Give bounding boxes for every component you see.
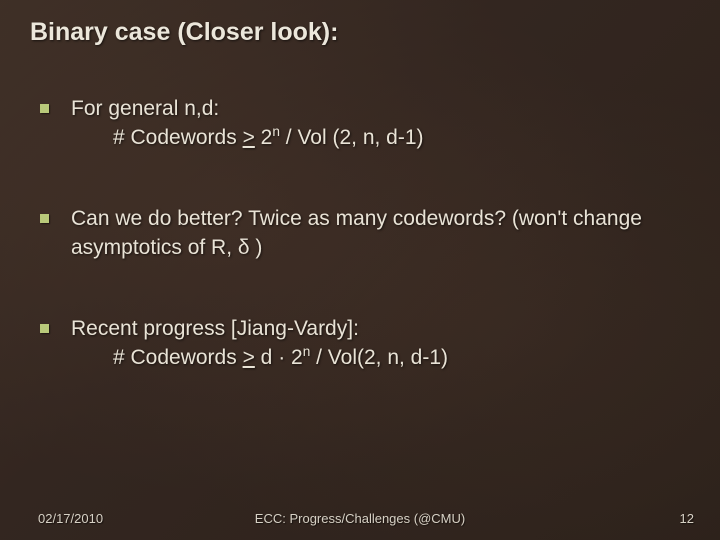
text-line: Recent progress [Jiang-Vardy]: (71, 317, 359, 340)
text-fragment: d · 2 (255, 346, 303, 369)
ge-symbol: > (243, 346, 255, 369)
slide-title: Binary case (Closer look): (30, 18, 690, 47)
bullet-icon (40, 214, 49, 223)
text-fragment: 2 (255, 126, 273, 149)
superscript: n (272, 124, 280, 139)
list-item: Can we do better? Twice as many codeword… (40, 205, 690, 263)
bullet-icon (40, 324, 49, 333)
list-item: Recent progress [Jiang-Vardy]: # Codewor… (40, 315, 690, 373)
bullet-icon (40, 104, 49, 113)
text-line: Can we do better? Twice as many codeword… (71, 207, 642, 259)
text-fragment: # Codewords (113, 346, 243, 369)
text-indent: # Codewords > 2n / Vol (2, n, d-1) (71, 126, 424, 149)
list-item: For general n,d: # Codewords > 2n / Vol … (40, 95, 690, 153)
bullet-text: For general n,d: # Codewords > 2n / Vol … (71, 95, 690, 153)
text-indent: # Codewords > d · 2n / Vol(2, n, d-1) (71, 346, 448, 369)
text-fragment: / Vol (2, n, d-1) (280, 126, 424, 149)
ge-symbol: > (243, 126, 255, 149)
slide: Binary case (Closer look): For general n… (0, 0, 720, 540)
footer: 02/17/2010 ECC: Progress/Challenges (@CM… (0, 511, 720, 526)
footer-center: ECC: Progress/Challenges (@CMU) (255, 511, 465, 526)
page-number: 12 (680, 511, 694, 526)
text-fragment: / Vol(2, n, d-1) (310, 346, 448, 369)
bullet-text: Recent progress [Jiang-Vardy]: # Codewor… (71, 315, 690, 373)
text-line: For general n,d: (71, 97, 219, 120)
bullet-text: Can we do better? Twice as many codeword… (71, 205, 690, 263)
bullet-list: For general n,d: # Codewords > 2n / Vol … (30, 95, 690, 373)
footer-date: 02/17/2010 (38, 511, 103, 526)
text-fragment: # Codewords (113, 126, 243, 149)
